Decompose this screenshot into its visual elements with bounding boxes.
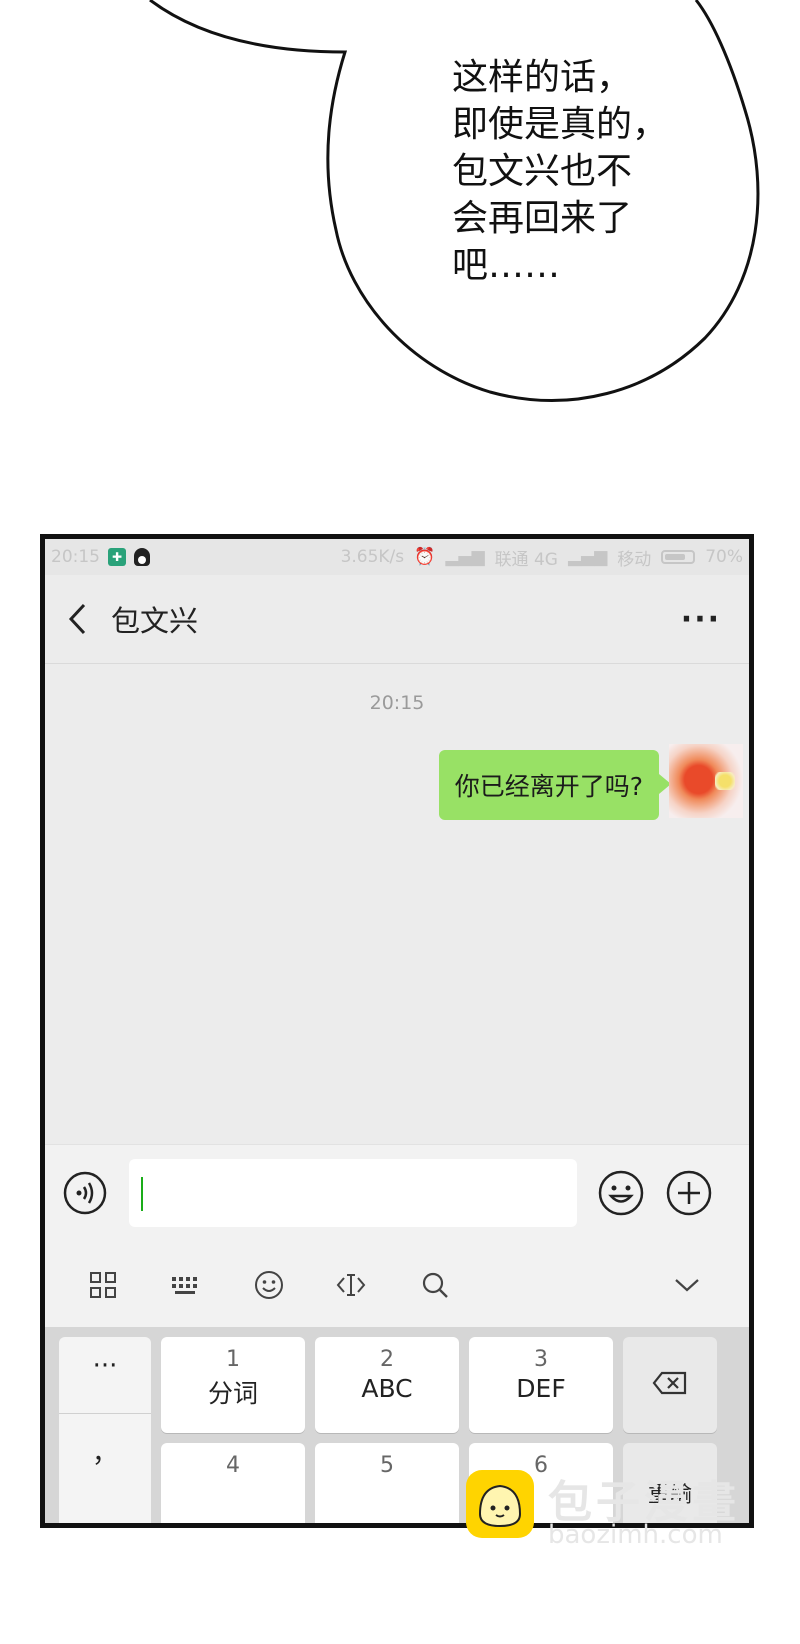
speech-line: 即使是真的， (452, 104, 669, 145)
message-timestamp: 20:15 (369, 692, 425, 714)
phone-screen: 20:15 ✚ 3.65K/s ⏰ ▂▄▆ 联通 4G ▂▄▆ 移动 70% 包… (40, 534, 754, 1528)
status-time: 20:15 (51, 547, 100, 567)
keyboard-toolbar (45, 1241, 749, 1327)
text-caret (141, 1177, 143, 1211)
grid-apps-icon[interactable] (87, 1269, 119, 1301)
smiley-icon[interactable] (253, 1269, 285, 1301)
plus-button[interactable] (665, 1169, 713, 1217)
key-number: 3 (534, 1347, 548, 1372)
signal-icon: ▂▄▆ (445, 547, 485, 567)
status-bar: 20:15 ✚ 3.65K/s ⏰ ▂▄▆ 联通 4G ▂▄▆ 移动 70% (45, 539, 749, 575)
search-icon[interactable] (419, 1269, 451, 1301)
chevron-down-icon[interactable] (671, 1269, 703, 1301)
key-label: DEF (516, 1374, 566, 1403)
voice-input-button[interactable] (63, 1171, 107, 1215)
shield-icon: ✚ (108, 548, 126, 566)
speech-line: 包文兴也不 (452, 151, 633, 192)
key-2[interactable]: 2 ABC (315, 1337, 459, 1433)
net-speed: 3.65K/s (340, 547, 405, 567)
divider (59, 1413, 151, 1414)
back-button[interactable] (63, 599, 91, 639)
key-number: 4 (226, 1453, 240, 1478)
key-1[interactable]: 1 分词 (161, 1337, 305, 1433)
signal-icon: ▂▄▆ (567, 547, 608, 567)
speech-line: 这样的话， (452, 57, 633, 98)
key-label: ABC (361, 1374, 413, 1403)
key-5[interactable]: 5 (315, 1443, 459, 1523)
bun-logo-icon (466, 1470, 534, 1538)
sent-message-bubble[interactable]: 你已经离开了吗? (438, 750, 672, 820)
keyboard-icon[interactable] (169, 1269, 201, 1301)
qq-penguin-icon (134, 548, 150, 566)
carrier-2: 移动 (617, 549, 652, 570)
symbol-column: ··· ， (59, 1337, 151, 1523)
key-number: 5 (380, 1453, 394, 1478)
speech-bubble-text: 这样的话， 即使是真的， 包文兴也不 会再回来了 吧…… (452, 54, 682, 289)
chevron-left-icon (68, 603, 86, 635)
more-options-button[interactable]: ··· (681, 602, 721, 637)
speech-line: 会再回来了 (452, 198, 633, 239)
chat-header: 包文兴 ··· (45, 575, 749, 664)
key-label: 分词 (207, 1379, 258, 1408)
battery-icon (661, 550, 696, 564)
avatar[interactable] (669, 744, 743, 818)
battery-level: 70% (705, 547, 743, 567)
backspace-icon (652, 1371, 687, 1395)
key-number: 1 (226, 1347, 240, 1372)
emoji-button[interactable] (597, 1169, 645, 1217)
key-number: 2 (380, 1347, 394, 1372)
carrier-1: 联通 4G (494, 549, 558, 570)
message-input[interactable] (129, 1159, 577, 1227)
more-symbols-key[interactable]: ··· (59, 1351, 151, 1427)
chat-area[interactable]: 20:15 你已经离开了吗? (45, 664, 749, 1144)
contact-name: 包文兴 (111, 604, 199, 638)
speech-line: 吧…… (452, 245, 561, 286)
input-bar (45, 1144, 749, 1242)
comma-key[interactable]: ， (59, 1433, 151, 1509)
alarm-icon: ⏰ (414, 547, 436, 567)
cursor-move-icon[interactable] (335, 1269, 367, 1301)
backspace-key[interactable] (623, 1337, 717, 1433)
bun-face-icon (478, 1484, 522, 1528)
watermark-url: baozimh.com (548, 1520, 723, 1550)
key-4[interactable]: 4 (161, 1443, 305, 1523)
key-3[interactable]: 3 DEF (469, 1337, 613, 1433)
